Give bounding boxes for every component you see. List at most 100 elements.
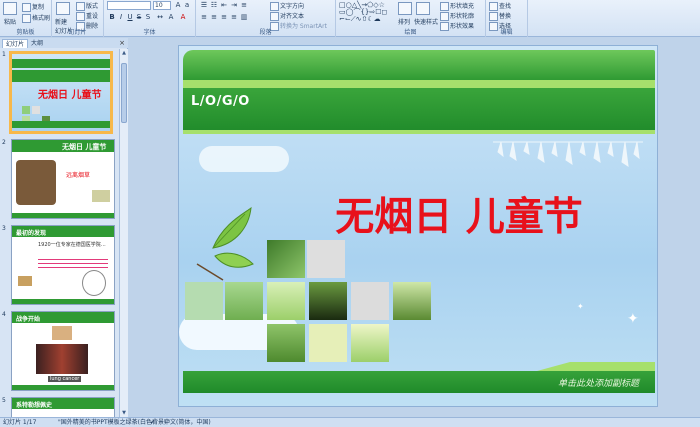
thumb-title: 系特勒想佩史 [16, 402, 53, 409]
align-left-icon[interactable]: ≡ [200, 13, 208, 21]
close-pane-icon[interactable]: × [119, 39, 125, 47]
lime-stripe [183, 80, 655, 88]
justify-icon[interactable]: ≡ [230, 13, 238, 21]
strikethrough-icon[interactable]: S [135, 13, 143, 21]
bullets-icon[interactable]: ☰ [200, 1, 208, 9]
grow-font-icon[interactable]: A [174, 1, 182, 9]
thumb-number: 1 [2, 51, 6, 58]
blank-tile [307, 240, 345, 278]
font-color-icon[interactable]: A [179, 13, 187, 21]
text-direction-icon [270, 2, 279, 11]
thumb-image [92, 190, 110, 202]
shrink-font-icon[interactable]: a [183, 1, 191, 9]
slide-thumbnail-5[interactable]: 系特勒想佩史 [11, 397, 115, 417]
spacing-icon[interactable]: ↔ [156, 13, 164, 21]
thumb-band [12, 121, 110, 128]
font-size-combo[interactable]: 10 [153, 1, 171, 10]
paste-button[interactable] [3, 2, 18, 15]
drawing-group: □○△╲→⬠◇☆ ▭◯⌒{}⇨☐◻ ⌐⌙⟋∿⇧☾☁ 排列 快速样式 形状填充 形状轮… [336, 0, 486, 37]
quick-styles-label: 快速样式 [414, 19, 439, 26]
slide-canvas[interactable]: L/O/G/O ✦ ✦ 无烟日 儿童节 单击此处添加副标题 [178, 45, 658, 407]
photo-tile [351, 324, 389, 362]
reset-icon [76, 12, 85, 21]
leaf-branch-decoration [196, 206, 254, 281]
thumb-image [82, 270, 106, 296]
align-right-icon[interactable]: ≡ [220, 13, 228, 21]
thumb-title: 最初的发现 [16, 230, 47, 237]
fill-bucket-icon [440, 2, 449, 11]
clipboard-group-label: 剪贴板 [16, 29, 35, 36]
scroll-down-icon[interactable]: ▼ [121, 410, 127, 416]
subtitle-placeholder[interactable]: 单击此处添加副标题 [558, 376, 639, 389]
tab-slides[interactable]: 幻灯片 [2, 39, 29, 48]
thumb-band [12, 70, 110, 82]
slide-thumbnail-3[interactable]: 最初的发现 1920一位专家在德国医学院… [11, 225, 115, 305]
increase-indent-icon[interactable]: ⇥ [230, 1, 238, 9]
italic-icon[interactable]: I [117, 13, 125, 21]
thumb-band [12, 59, 110, 68]
slide-thumbnail-4[interactable]: 战争开始 lung cancer [11, 311, 115, 391]
shape-outline-button[interactable]: 形状轮廓 [440, 11, 474, 21]
editing-group-label: 编辑 [500, 29, 513, 36]
arrange-button[interactable] [398, 2, 413, 15]
layout-button[interactable]: 版式 [76, 1, 98, 11]
thumbnail-list: 1 无烟日 儿童节 2 无烟日 儿童节 远离烟草 3 最初的发现 1920一位专… [0, 49, 119, 417]
numbering-icon[interactable]: ☷ [210, 1, 218, 9]
spellcheck-icon[interactable]: ✔ [150, 418, 155, 427]
font-group: 10 A a B I U S S ↔ A A 字体 [104, 0, 196, 37]
shadow-icon[interactable]: S [144, 13, 152, 21]
columns-icon[interactable]: ▥ [240, 13, 248, 21]
drawing-group-label: 绘图 [404, 29, 417, 36]
shape-fill-button[interactable]: 形状填充 [440, 1, 474, 11]
find-button[interactable]: 查找 [489, 1, 511, 11]
logo-text[interactable]: L/O/G/O [191, 94, 250, 109]
photo-tile [393, 282, 431, 320]
slide-thumbnail-1[interactable]: 无烟日 儿童节 [9, 51, 113, 134]
thumb-number: 3 [2, 225, 6, 232]
scroll-thumb[interactable] [121, 63, 127, 123]
align-center-icon[interactable]: ≡ [210, 13, 218, 21]
scroll-up-icon[interactable]: ▲ [121, 50, 127, 56]
star-decoration: ✦ [627, 311, 639, 327]
status-bar: 幻灯片 1/17 "国外精美的书PPT模板之绿茶(白色背景)" ✔ 中文(简体，… [0, 417, 700, 427]
photo-tile [309, 324, 347, 362]
bold-icon[interactable]: B [108, 13, 116, 21]
thumb-image [16, 160, 56, 205]
thumb-image [36, 344, 88, 374]
thumb-image [18, 276, 32, 286]
slides-group-label: 幻灯片 [68, 29, 87, 36]
brush-icon [22, 14, 31, 23]
thumb-title: 战争开始 [16, 316, 41, 323]
text-direction-button[interactable]: 文字方向 [270, 1, 304, 11]
thumb-band [12, 385, 114, 390]
replace-icon [489, 12, 498, 21]
replace-button[interactable]: 替换 [489, 11, 511, 21]
copy-icon [22, 3, 31, 12]
new-slide-button[interactable] [56, 2, 71, 15]
decrease-indent-icon[interactable]: ⇤ [220, 1, 228, 9]
hanging-leaves-decoration [493, 141, 643, 168]
photo-tile [309, 282, 347, 320]
quick-styles-button[interactable] [416, 2, 431, 15]
case-icon[interactable]: A [167, 13, 175, 21]
thumbnail-scrollbar[interactable]: ▲ ▼ [119, 49, 128, 417]
line-spacing-icon[interactable]: ≡ [240, 1, 248, 9]
arrange-label: 排列 [398, 19, 411, 26]
slides-group: 新建 幻灯片 版式 重设 删除 幻灯片 [52, 0, 104, 37]
ribbon: 粘贴 复制 格式刷 剪贴板 新建 幻灯片 版式 重设 删除 幻灯片 10 A a … [0, 0, 700, 37]
find-icon [489, 2, 498, 11]
photo-tile [267, 240, 305, 278]
thumb-caption: 远离烟草 [66, 172, 91, 179]
font-name-combo[interactable] [107, 1, 151, 10]
copy-button[interactable]: 复制 [22, 2, 44, 12]
tab-outline[interactable]: 大纲 [28, 39, 46, 48]
slide-title[interactable]: 无烟日 儿童节 [309, 186, 609, 242]
underline-icon[interactable]: U [126, 13, 134, 21]
format-painter-button[interactable]: 格式刷 [22, 13, 50, 23]
slide-thumbnail-2[interactable]: 无烟日 儿童节 远离烟草 [11, 139, 115, 219]
reset-button[interactable]: 重设 [76, 11, 98, 21]
paragraph-group-label: 段落 [259, 29, 272, 36]
shapes-gallery[interactable]: □○△╲→⬠◇☆ ▭◯⌒{}⇨☐◻ ⌐⌙⟋∿⇧☾☁ [339, 2, 395, 24]
outline-icon [440, 12, 449, 21]
align-text-button[interactable]: 对齐文本 [270, 11, 304, 21]
